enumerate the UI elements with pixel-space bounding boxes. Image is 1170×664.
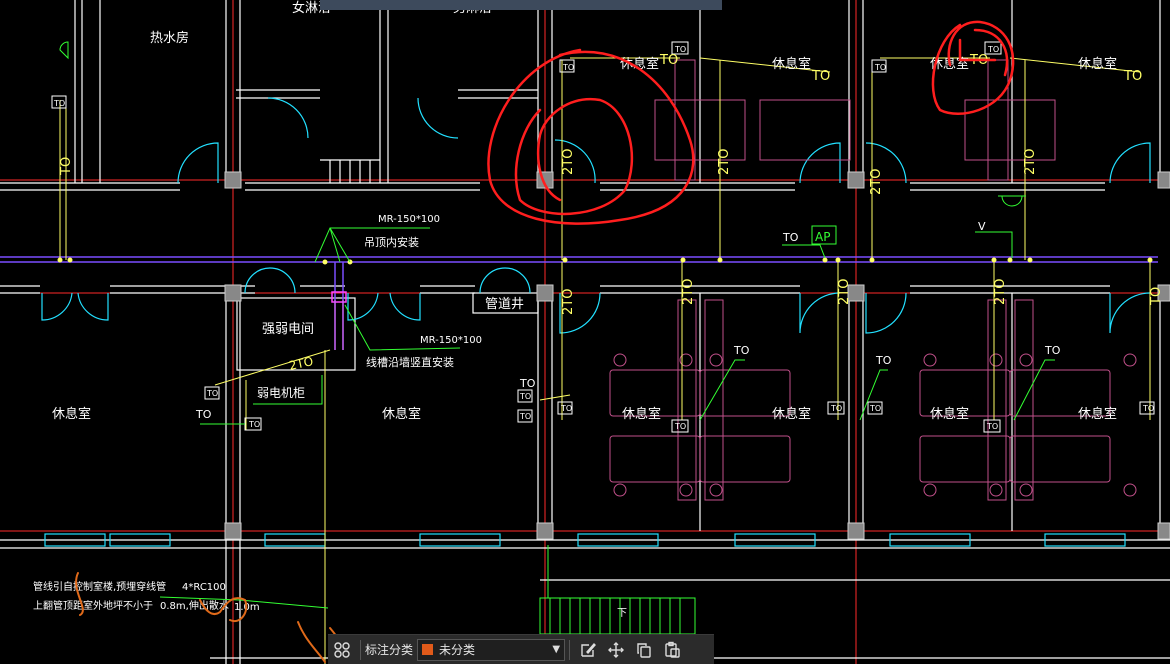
tag-to: TO <box>195 408 212 421</box>
tag-to: TO <box>733 344 750 357</box>
tag-2to: 2TO <box>717 149 732 175</box>
note-ceiling-install: 吊顶内安装 <box>364 235 419 249</box>
tag-to: TO <box>674 45 686 54</box>
stair <box>539 545 696 635</box>
room-label-rest-4: 休息室 <box>1078 56 1117 72</box>
cad-drawing-canvas[interactable]: 热水房 女淋浴 男淋浴 休息室 休息室 休息室 休息室 强弱电间 管道井 休息室… <box>0 0 1170 664</box>
tag-2to: 2TO <box>993 279 1008 305</box>
copy-icon[interactable] <box>630 636 658 664</box>
annotation-toolbar: 标注分类 未分类 ▼ <box>328 634 714 664</box>
category-dropdown[interactable]: 未分类 ▼ <box>417 638 566 661</box>
room-label-rest-6: 休息室 <box>382 406 421 422</box>
room-label-rest-9: 休息室 <box>930 406 969 422</box>
tag-to: TO <box>560 404 572 413</box>
room-label-rest-7: 休息室 <box>622 406 661 422</box>
note-bottom-1b: 4*RC100 <box>182 582 226 593</box>
note-bottom-2b: 0.8m,伸出散水 <box>160 599 229 612</box>
room-label-hot-water: 热水房 <box>150 30 189 46</box>
note-mr-wall: MR-150*100 <box>420 335 482 346</box>
view-tab-strip <box>320 0 722 10</box>
tag-to: TO <box>811 69 830 84</box>
grid-icon[interactable] <box>328 636 356 664</box>
tag-2to: 2TO <box>561 289 576 315</box>
chevron-down-icon: ▼ <box>552 644 561 655</box>
tag-to: TO <box>782 231 799 244</box>
tag-to: TO <box>519 377 536 390</box>
doors <box>41 97 1151 547</box>
tag-ap: AP <box>815 230 830 244</box>
room-label-power-weak: 强弱电间 <box>262 322 314 337</box>
note-bottom-1: 管线引自控制室楼,预埋穿线管 <box>33 580 166 593</box>
tag-to: TO <box>674 422 686 431</box>
cable-tray <box>0 256 1158 350</box>
room-label-pipe-shaft: 管道井 <box>485 297 524 312</box>
category-color-swatch <box>422 644 434 655</box>
room-label-rest-5: 休息室 <box>52 406 91 422</box>
tag-to: TO <box>869 404 881 413</box>
note-wall-trunk: 线槽沿墙竖直安装 <box>366 355 454 369</box>
tag-to: TO <box>1149 287 1164 306</box>
room-label-rest-2: 休息室 <box>772 56 811 72</box>
tag-to: TO <box>519 412 531 421</box>
tag-to: TO <box>206 389 218 398</box>
tag-to: TO <box>519 392 531 401</box>
tag-to: TO <box>875 354 892 367</box>
tag-2to: 2TO <box>837 279 852 305</box>
toolbar-divider <box>569 639 571 660</box>
tag-to: TO <box>830 404 842 413</box>
tag-v: V <box>978 220 986 233</box>
tag-to: TO <box>53 99 65 108</box>
leader-lines <box>159 225 1055 609</box>
edit-icon[interactable] <box>574 636 602 664</box>
room-label-rest-10: 休息室 <box>1078 406 1117 422</box>
cabinet-label: 弱电机柜 <box>257 386 305 400</box>
paste-icon[interactable] <box>658 636 686 664</box>
note-bottom-2: 上翻管顶距室外地坪不小于 <box>33 599 153 612</box>
tag-to: TO <box>1142 404 1154 413</box>
category-label: 标注分类 <box>365 643 414 657</box>
tag-to: TO <box>1123 69 1142 84</box>
tag-2to: 2TO <box>681 279 696 305</box>
move-icon[interactable] <box>602 636 630 664</box>
tag-to: TO <box>659 53 678 68</box>
tag-to: TO <box>1044 344 1061 357</box>
tag-2to: 2TO <box>1023 149 1038 175</box>
tag-to: TO <box>248 420 260 429</box>
note-mr-ceiling: MR-150*100 <box>378 214 440 225</box>
tag-2to: 2TO <box>869 169 884 195</box>
tag-to: TO <box>874 63 886 72</box>
toolbar-divider <box>360 639 361 660</box>
tag-to: TO <box>562 63 574 72</box>
tag-2to: 2TO <box>561 149 576 175</box>
tag-to: TO <box>59 157 74 176</box>
tag-to: TO <box>986 422 998 431</box>
stair-down-label: 下 <box>617 608 627 619</box>
tag-to: TO <box>987 45 999 54</box>
room-label-rest-8: 休息室 <box>772 406 811 422</box>
category-value: 未分类 <box>439 643 476 657</box>
